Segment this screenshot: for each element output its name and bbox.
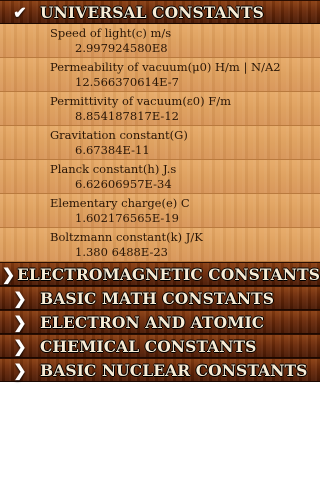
section-header-basic-math-constants[interactable]: ❯ BASIC MATH CONSTANTS (0, 286, 320, 310)
section-header-basic-nuclear-constants[interactable]: ❯ BASIC NUCLEAR CONSTANTS (0, 358, 320, 382)
chevron-right-icon: ❯ (13, 288, 27, 308)
section-title: UNIVERSAL CONSTANTS (40, 2, 264, 22)
constant-row-speed-of-light[interactable]: Speed of light(c) m/s 2.997924580E8 (0, 24, 320, 58)
constant-value: 1.602176565E-19 (75, 211, 179, 225)
constant-value: 8.854187817E-12 (75, 109, 179, 123)
chevron-right-icon: ❯ (13, 336, 27, 356)
constant-row-permeability[interactable]: Permeability of vacuum(μ0) H/m | N/A2 12… (0, 58, 320, 92)
chevron-right-icon: ❯ (13, 312, 27, 332)
section-title: CHEMICAL CONSTANTS (40, 336, 257, 356)
constant-row-elementary-charge[interactable]: Elementary charge(e) C 1.602176565E-19 (0, 194, 320, 228)
constant-row-planck[interactable]: Planck constant(h) J.s 6.62606957E-34 (0, 160, 320, 194)
constant-row-gravitation[interactable]: Gravitation constant(G) 6.67384E-11 (0, 126, 320, 160)
constant-row-boltzmann[interactable]: Boltzmann constant(k) J/K 1.380 6488E-23 (0, 228, 320, 262)
constant-label: Permittivity of vacuum(ε0) F/m (50, 94, 231, 108)
section-title: BASIC NUCLEAR CONSTANTS (40, 360, 308, 380)
constants-app: ✔ UNIVERSAL CONSTANTS Speed of light(c) … (0, 0, 320, 480)
constant-label: Boltzmann constant(k) J/K (50, 230, 203, 244)
section-header-universal-constants[interactable]: ✔ UNIVERSAL CONSTANTS (0, 0, 320, 24)
section-header-electron-and-atomic[interactable]: ❯ ELECTRON AND ATOMIC (0, 310, 320, 334)
chevron-right-icon: ❯ (13, 360, 27, 380)
constant-value: 1.380 6488E-23 (75, 245, 168, 259)
constant-label: Gravitation constant(G) (50, 128, 188, 142)
constant-label: Planck constant(h) J.s (50, 162, 177, 176)
section-title: ELECTROMAGNETIC CONSTANTS (16, 264, 320, 284)
constant-label: Permeability of vacuum(μ0) H/m | N/A2 (50, 60, 281, 74)
constant-value: 6.67384E-11 (75, 143, 150, 157)
section-title: BASIC MATH CONSTANTS (40, 288, 275, 308)
chevron-right-icon: ❯ (1, 264, 16, 284)
constant-value: 6.62606957E-34 (75, 177, 172, 191)
section-title: ELECTRON AND ATOMIC (40, 312, 265, 332)
constant-value: 2.997924580E8 (75, 41, 168, 55)
constant-row-permittivity[interactable]: Permittivity of vacuum(ε0) F/m 8.8541878… (0, 92, 320, 126)
section-header-electromagnetic-constants[interactable]: ❯ ELECTROMAGNETIC CONSTANTS (0, 262, 320, 286)
section-header-chemical-constants[interactable]: ❯ CHEMICAL CONSTANTS (0, 334, 320, 358)
constant-value: 12.566370614E-7 (75, 75, 179, 89)
constant-label: Elementary charge(e) C (50, 196, 190, 210)
constant-label: Speed of light(c) m/s (50, 26, 172, 40)
chevron-down-icon: ✔ (13, 2, 27, 22)
